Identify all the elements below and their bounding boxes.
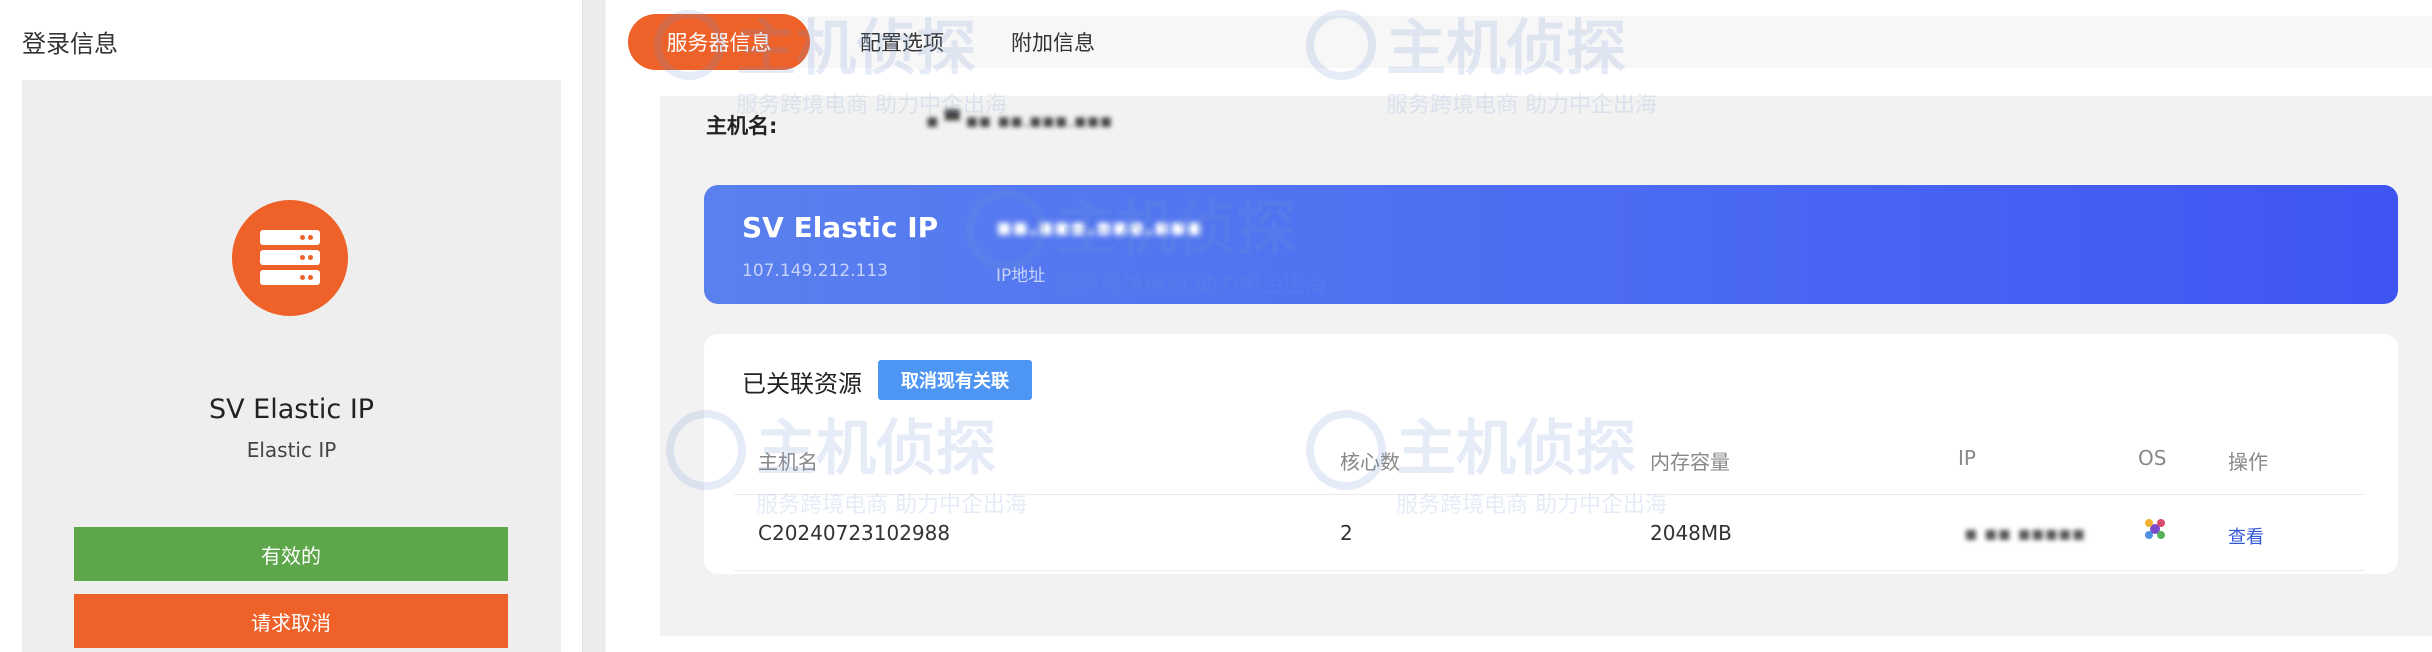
login-info-panel: 登录信息 SV Elastic IP Elastic IP 有效的 请求取消 [0, 0, 582, 652]
associated-resources-card: 已关联资源 取消现有关联 主机名 核心数 内存容量 IP OS 操作 C2024… [704, 334, 2398, 574]
column-header-ip: IP [1958, 446, 1976, 470]
hostname-label: 主机名: [706, 114, 778, 138]
tab-additional-info[interactable]: 附加信息 [998, 14, 1108, 70]
cell-ip: ▪ ▪▪ ▪▪▪▪▪ [1964, 521, 2086, 545]
table-header-divider [734, 494, 2364, 495]
tab-strip-background [726, 16, 2432, 68]
column-header-memory: 内存容量 [1650, 450, 1730, 474]
banner-ip-address: 107.149.212.113 [742, 261, 889, 281]
view-link[interactable]: 查看 [2228, 523, 2264, 549]
server-icon [232, 200, 348, 316]
column-header-os: OS [2138, 446, 2167, 470]
os-icon [2145, 519, 2165, 539]
ip-banner: SV Elastic IP 107.149.212.113 ▪▪.▪▪▪.▪▪▪… [704, 185, 2398, 304]
request-cancel-button[interactable]: 请求取消 [74, 594, 508, 648]
tab-bar: 服务器信息 配置选项 附加信息 [606, 14, 2432, 70]
tab-config-options[interactable]: 配置选项 [838, 14, 966, 70]
panel-divider [582, 0, 604, 652]
watermark-logo-icon [1306, 10, 1376, 80]
column-header-hostname: 主机名 [758, 450, 818, 474]
watermark-logo-icon [1306, 410, 1386, 490]
main-content: 服务器信息 配置选项 附加信息 主机名: ▪ ▀ ▪▪ ▪▪.▪▪▪.▪▪▪ S… [606, 0, 2432, 652]
cancel-association-button[interactable]: 取消现有关联 [878, 360, 1032, 400]
service-name: SV Elastic IP [208, 394, 375, 425]
status-active-button[interactable]: 有效的 [74, 527, 508, 581]
resources-title: 已关联资源 [742, 370, 862, 398]
panel-title: 登录信息 [22, 30, 118, 58]
cell-cores: 2 [1340, 521, 1353, 545]
table-row-divider [734, 570, 2364, 571]
service-type: Elastic IP [246, 438, 337, 462]
watermark-logo-icon [666, 410, 746, 490]
watermark-logo-icon [966, 190, 1046, 270]
banner-service-name: SV Elastic IP [742, 211, 939, 244]
column-header-action: 操作 [2228, 450, 2268, 474]
service-card: SV Elastic IP Elastic IP 有效的 请求取消 [22, 80, 561, 652]
watermark-logo-icon [654, 10, 724, 80]
cell-hostname: C20240723102988 [758, 521, 951, 545]
hostname-value: ▪ ▀ ▪▪ ▪▪.▪▪▪.▪▪▪ [926, 110, 1113, 132]
cell-memory: 2048MB [1650, 521, 1732, 545]
